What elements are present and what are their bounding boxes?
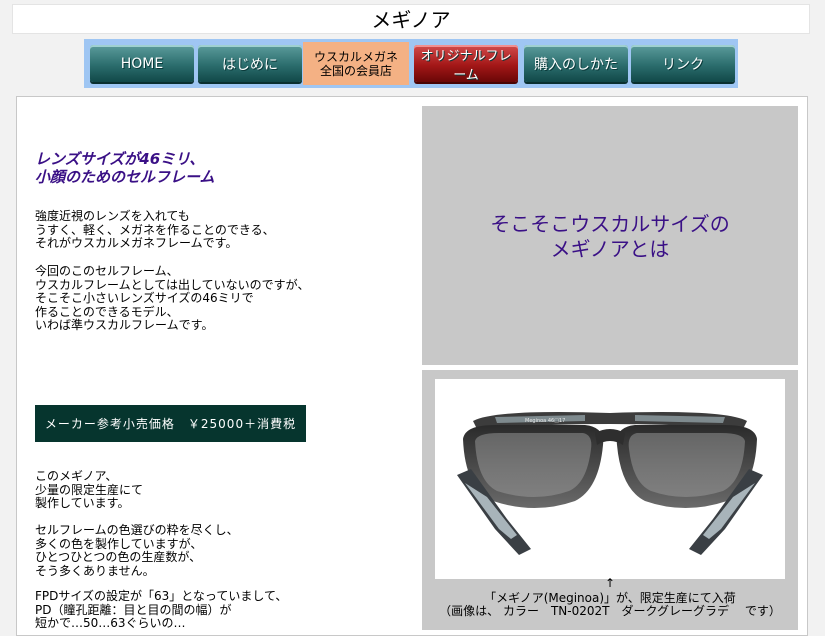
color-paragraph: セルフレームの色選びの粋を尽くし、 多くの色を製作していますが、 ひとつひとつの… <box>35 523 239 578</box>
fpd-paragraph: FPDサイズの設定が「63」となっていまして、 PD（瞳孔距離：目と目の間の幅）… <box>35 589 288 631</box>
text-line: それがウスカルメガネフレームです。 <box>35 236 238 250</box>
nav-links-button[interactable]: リンク <box>631 45 735 82</box>
intro-paragraph: 強度近視のレンズを入れても うすく、軽く、メガネを作ることのできる、 それがウス… <box>35 209 275 251</box>
headline-line1: そこそこウスカルサイズの <box>490 212 730 236</box>
nav-bar: HOME はじめに ウスカルメガネ 全国の会員店 オリジナルフレーム 購入のしか… <box>84 39 738 88</box>
text-line: このメギノア、 <box>35 469 118 483</box>
subheading-line1: レンズサイズが46ミリ、 <box>35 150 205 168</box>
text-line: 少量の限定生産にて <box>35 482 144 497</box>
text-line: 製作しています。 <box>35 496 130 510</box>
text-line: 今回のこのセルフレーム、 <box>35 264 179 278</box>
model-paragraph: 今回のこのセルフレーム、 ウスカルフレームとしては出していないのですが、 そこそ… <box>35 264 310 333</box>
frame-subheading: レンズサイズが46ミリ、 小顔のためのセルフレーム <box>35 150 215 186</box>
nav-member-shops-line1: ウスカルメガネ <box>313 49 398 64</box>
text-line: 多くの色を製作していますが、 <box>35 536 203 551</box>
arrow-up-icon: ↑ <box>605 576 616 590</box>
text-line: FPDサイズの設定が「63」となっていまして、 <box>35 589 288 603</box>
text-line: 短かで…50…63ぐらいの… <box>35 616 186 630</box>
caption-line2: （画像は、 カラー TN-0202T ダークグレーグラデ です） <box>439 604 781 618</box>
page-title: メギノア <box>12 4 810 34</box>
text-line: そこそこ小さいレンズサイズの46ミリで <box>35 291 254 305</box>
nav-member-shops-line2: 全国の会員店 <box>319 63 392 78</box>
text-line: 作ることのできるモデル、 <box>35 304 179 319</box>
price-box: メーカー参考小売価格 ￥25000＋消費税 <box>35 405 306 442</box>
text-line: いわば準ウスカルフレームです。 <box>35 318 214 332</box>
text-line: ひとつひとつの色の生産数が、 <box>35 550 202 564</box>
nav-home-button[interactable]: HOME <box>90 45 194 82</box>
text-line: セルフレームの色選びの粋を尽くし、 <box>35 523 239 537</box>
temple-engraving: Meginoa 46□17 <box>525 418 565 424</box>
text-line: うすく、軽く、メガネを作ることのできる、 <box>35 222 275 237</box>
headline: そこそこウスカルサイズの メギノアとは <box>422 212 798 262</box>
nav-member-shops-button[interactable]: ウスカルメガネ 全国の会員店 <box>303 42 409 85</box>
limited-paragraph: このメギノア、 少量の限定生産にて 製作しています。 <box>35 469 144 511</box>
text-line: ウスカルフレームとしては出していないのですが、 <box>35 277 310 292</box>
glasses-image: Meginoa 46□17 <box>457 412 763 555</box>
text-line: そう多くありません。 <box>35 563 155 578</box>
headline-line2: メギノアとは <box>550 237 670 261</box>
nav-how-to-buy-button[interactable]: 購入のしかた <box>524 45 628 82</box>
nav-original-frame-button[interactable]: オリジナルフレーム <box>414 45 518 83</box>
subheading-line2: 小顔のためのセルフレーム <box>35 168 215 186</box>
nav-intro-button[interactable]: はじめに <box>198 45 302 82</box>
text-line: PD（瞳孔距離：目と目の間の幅）が <box>35 602 232 617</box>
headline-panel: そこそこウスカルサイズの メギノアとは <box>422 106 798 365</box>
text-line: 強度近視のレンズを入れても <box>35 209 190 223</box>
photo-caption: 「メギノア(Meginoa)」が、限定生産にて入荷 （画像は、 カラー TN-0… <box>422 592 798 618</box>
photo-panel: Meginoa 46□17 ↑ 「メギノア(Meginoa)」が、限定生産にて入… <box>422 370 798 630</box>
glasses-photo: Meginoa 46□17 <box>435 379 785 579</box>
